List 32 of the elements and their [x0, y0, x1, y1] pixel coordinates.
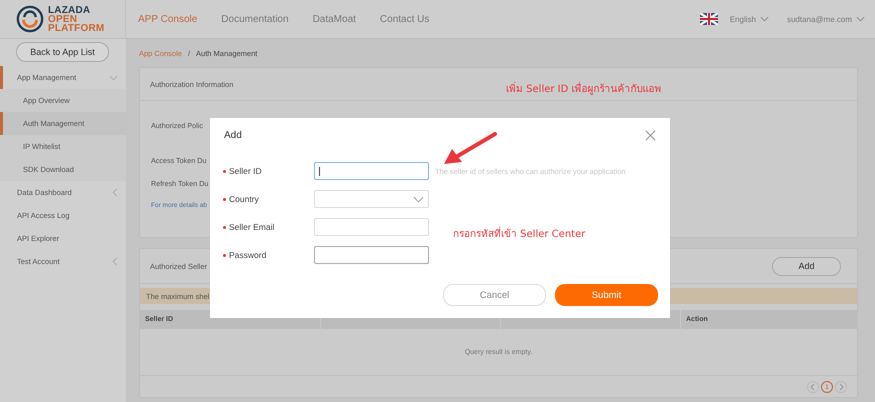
nav-link[interactable]: DataMoat: [312, 14, 356, 24]
close-icon[interactable]: [645, 130, 656, 140]
chevron-down-icon: [856, 16, 865, 22]
logo-icon: [16, 5, 44, 33]
modal-title: Add: [224, 130, 242, 140]
cancel-button[interactable]: Cancel: [443, 284, 546, 306]
logo-text: OPEN: [48, 14, 78, 24]
flag-icon: [700, 13, 718, 25]
chevron-down-icon: [413, 196, 424, 202]
field-label: Seller Email: [229, 222, 274, 232]
input-field[interactable]: [314, 162, 429, 180]
arrow-icon: [442, 131, 498, 167]
logo-text: PLATFORM: [48, 24, 104, 32]
add-button[interactable]: Add: [772, 256, 841, 276]
user-dropdown[interactable]: sudtana@me.com: [780, 14, 871, 24]
logo-text: LAZADA: [48, 6, 92, 14]
submit-button[interactable]: Submit: [555, 284, 658, 306]
annotation-text: เพิ่ม Seller ID เพื่อผูกร้านค้ากับแอพ: [506, 81, 662, 96]
nav-link[interactable]: APP Console: [138, 14, 198, 24]
nav-link[interactable]: Documentation: [221, 14, 289, 24]
language-dropdown[interactable]: English: [724, 14, 775, 24]
previous-page-icon[interactable]: [807, 381, 819, 393]
chevron-down-icon: [760, 16, 769, 22]
back-button[interactable]: Back to App List: [16, 42, 109, 62]
nav-link[interactable]: Contact Us: [380, 14, 430, 24]
input-field[interactable]: [314, 246, 429, 264]
country-select[interactable]: [314, 190, 429, 208]
field-label: Country: [229, 194, 259, 204]
next-page-icon[interactable]: [835, 381, 847, 393]
field-label: Seller ID: [229, 166, 262, 176]
annotation-text: กรอกรหัสที่เข้า Seller Center: [453, 226, 586, 241]
field-label: Password: [229, 250, 266, 260]
